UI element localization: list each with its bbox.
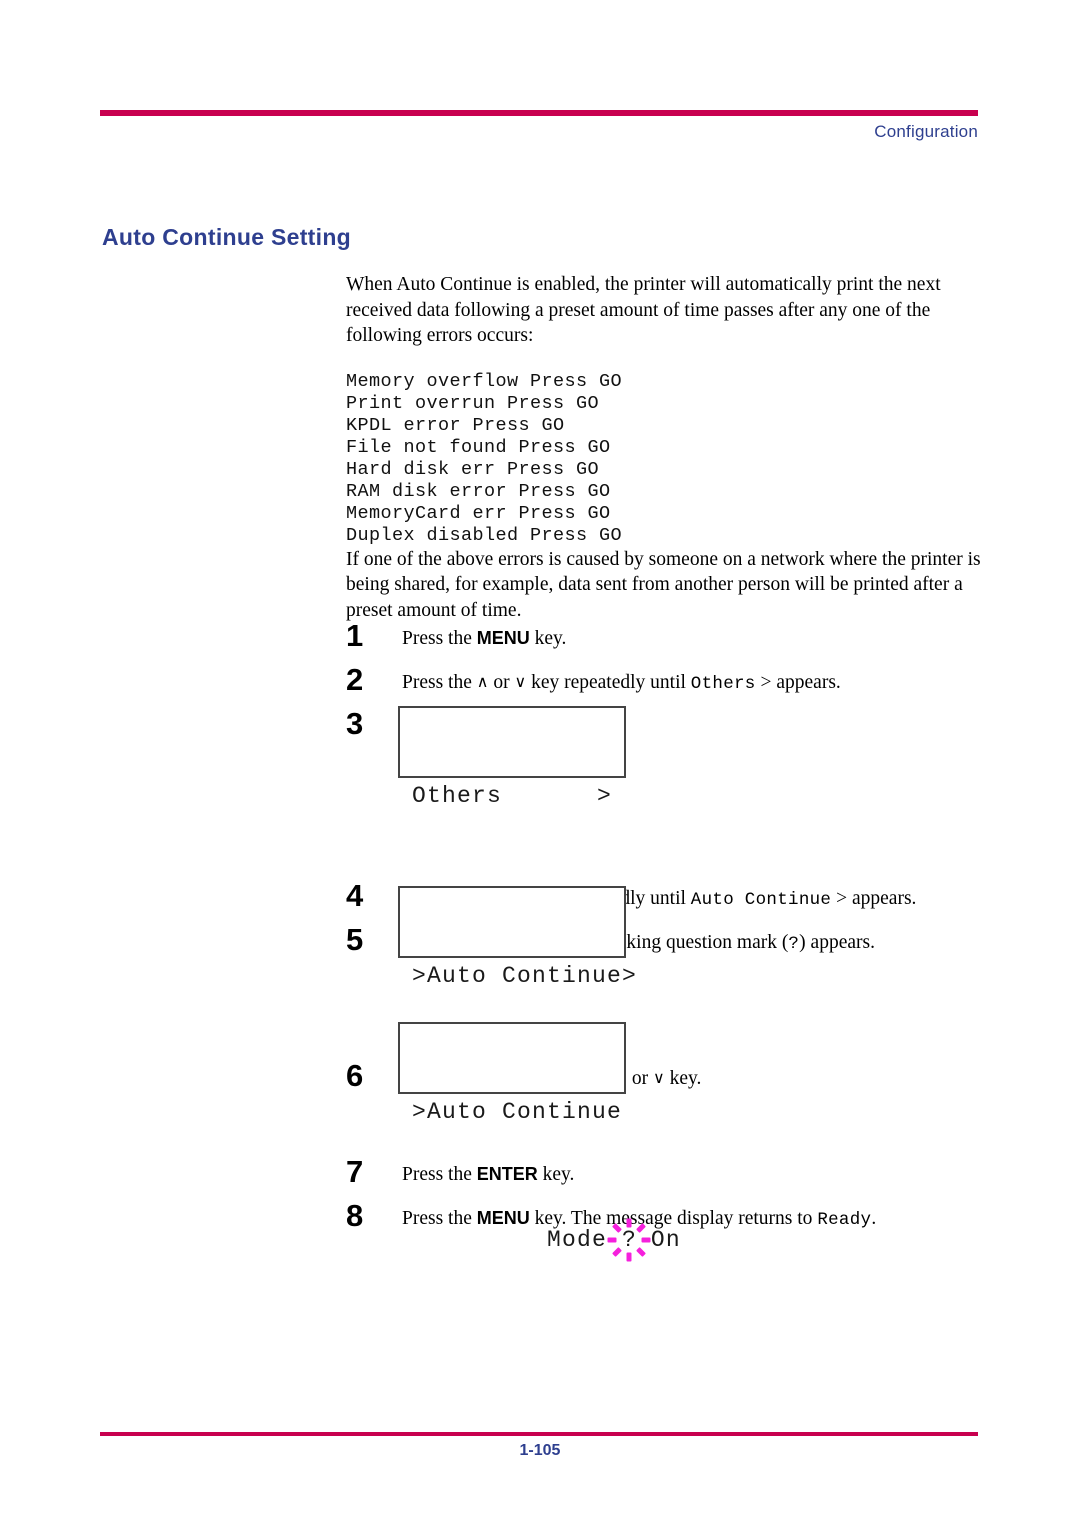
procedure-step: 1 Press the MENU key.: [346, 618, 986, 662]
error-message: KPDL error Press GO: [346, 414, 565, 436]
text-run: key repeatedly until: [526, 672, 691, 693]
lcd-blink-line2-after: On: [635, 1227, 681, 1253]
page-title: Auto Continue Setting: [102, 224, 352, 250]
manual-page: Configuration Auto Continue Setting When…: [0, 0, 1080, 1528]
lcd-blink-line2-before: Mode: [532, 1227, 623, 1253]
text-run: key.: [664, 1068, 702, 1089]
lcd-blink-marker: ?: [622, 1227, 638, 1253]
key-label: MENU: [476, 628, 530, 648]
intro-paragraph-1: When Auto Continue is enabled, the print…: [346, 274, 941, 346]
lcd-others-line1-left: Others: [412, 783, 503, 809]
error-message-list: Memory overflow Press GO Print overrun Pr…: [346, 371, 986, 547]
step-text: Press the MENU key.: [402, 618, 986, 651]
procedure-steps: 1 Press the MENU key. 2 Press the ∧ or ∨ ke…: [346, 618, 986, 1262]
display-text: Others: [690, 674, 756, 694]
text-run: or: [626, 1068, 653, 1089]
lcd-auto-line1: >Auto Continue>: [412, 963, 638, 989]
step-text: Press the ∧ or ∨ key repeatedly until Ot…: [402, 662, 986, 696]
step-number: 6: [346, 1058, 364, 1093]
lcd-display-auto-continue-blinking: >Auto Continue Mode ? On: [398, 1022, 680, 1262]
step-number: 8: [346, 1198, 364, 1233]
lcd-display-others: Others >: [398, 706, 626, 809]
text-run: Press the: [402, 628, 477, 649]
arrow-key-icon: ∨: [514, 672, 527, 691]
error-message: Hard disk err Press GO: [346, 458, 600, 480]
text-run: > appears.: [755, 672, 841, 693]
arrow-key-icon: ∨: [652, 1068, 665, 1087]
display-text: Ready: [817, 1210, 872, 1230]
footer-rule: [100, 1432, 978, 1436]
step-number: 3: [346, 706, 364, 741]
lcd-blink-line1: >Auto Continue: [412, 1099, 623, 1125]
header-chapter-label: Configuration: [874, 122, 978, 141]
step-number: 2: [346, 662, 364, 697]
intro-paragraph-2: If one of the above errors is caused by …: [346, 548, 981, 621]
procedure-step: 2 Press the ∧ or ∨ key repeatedly until O…: [346, 662, 986, 706]
text-run: Press the: [402, 672, 477, 693]
text-run: > appears.: [831, 888, 917, 909]
text-run: key.: [529, 628, 567, 649]
error-message: RAM disk error Press GO: [346, 480, 611, 502]
lcd-display-auto-continue: >Auto Continue> Mode On: [398, 886, 636, 1085]
error-message: File not found Press GO: [346, 436, 611, 458]
error-message: Print overrun Press GO: [346, 392, 600, 414]
arrow-key-icon: ∧: [476, 672, 489, 691]
error-message: Duplex disabled Press GO: [346, 524, 623, 546]
step-number: 7: [346, 1154, 364, 1189]
lcd-others-line1-right: >: [596, 783, 612, 809]
text-run: .: [871, 1208, 877, 1229]
blinking-question-mark: ?: [607, 1218, 651, 1262]
error-message: MemoryCard err Press GO: [346, 502, 611, 524]
display-text: ?: [788, 934, 800, 954]
step-number: 1: [346, 618, 364, 653]
intro-section: When Auto Continue is enabled, the print…: [346, 272, 986, 623]
error-message: Memory overflow Press GO: [346, 370, 623, 392]
text-run: ) appears.: [799, 932, 875, 953]
header-rule: [100, 110, 978, 116]
page-number: 1-105: [519, 1442, 561, 1459]
step-number: 4: [346, 878, 364, 913]
display-text: Auto Continue: [690, 890, 832, 910]
text-run: or: [488, 672, 515, 693]
step-number: 5: [346, 922, 364, 957]
